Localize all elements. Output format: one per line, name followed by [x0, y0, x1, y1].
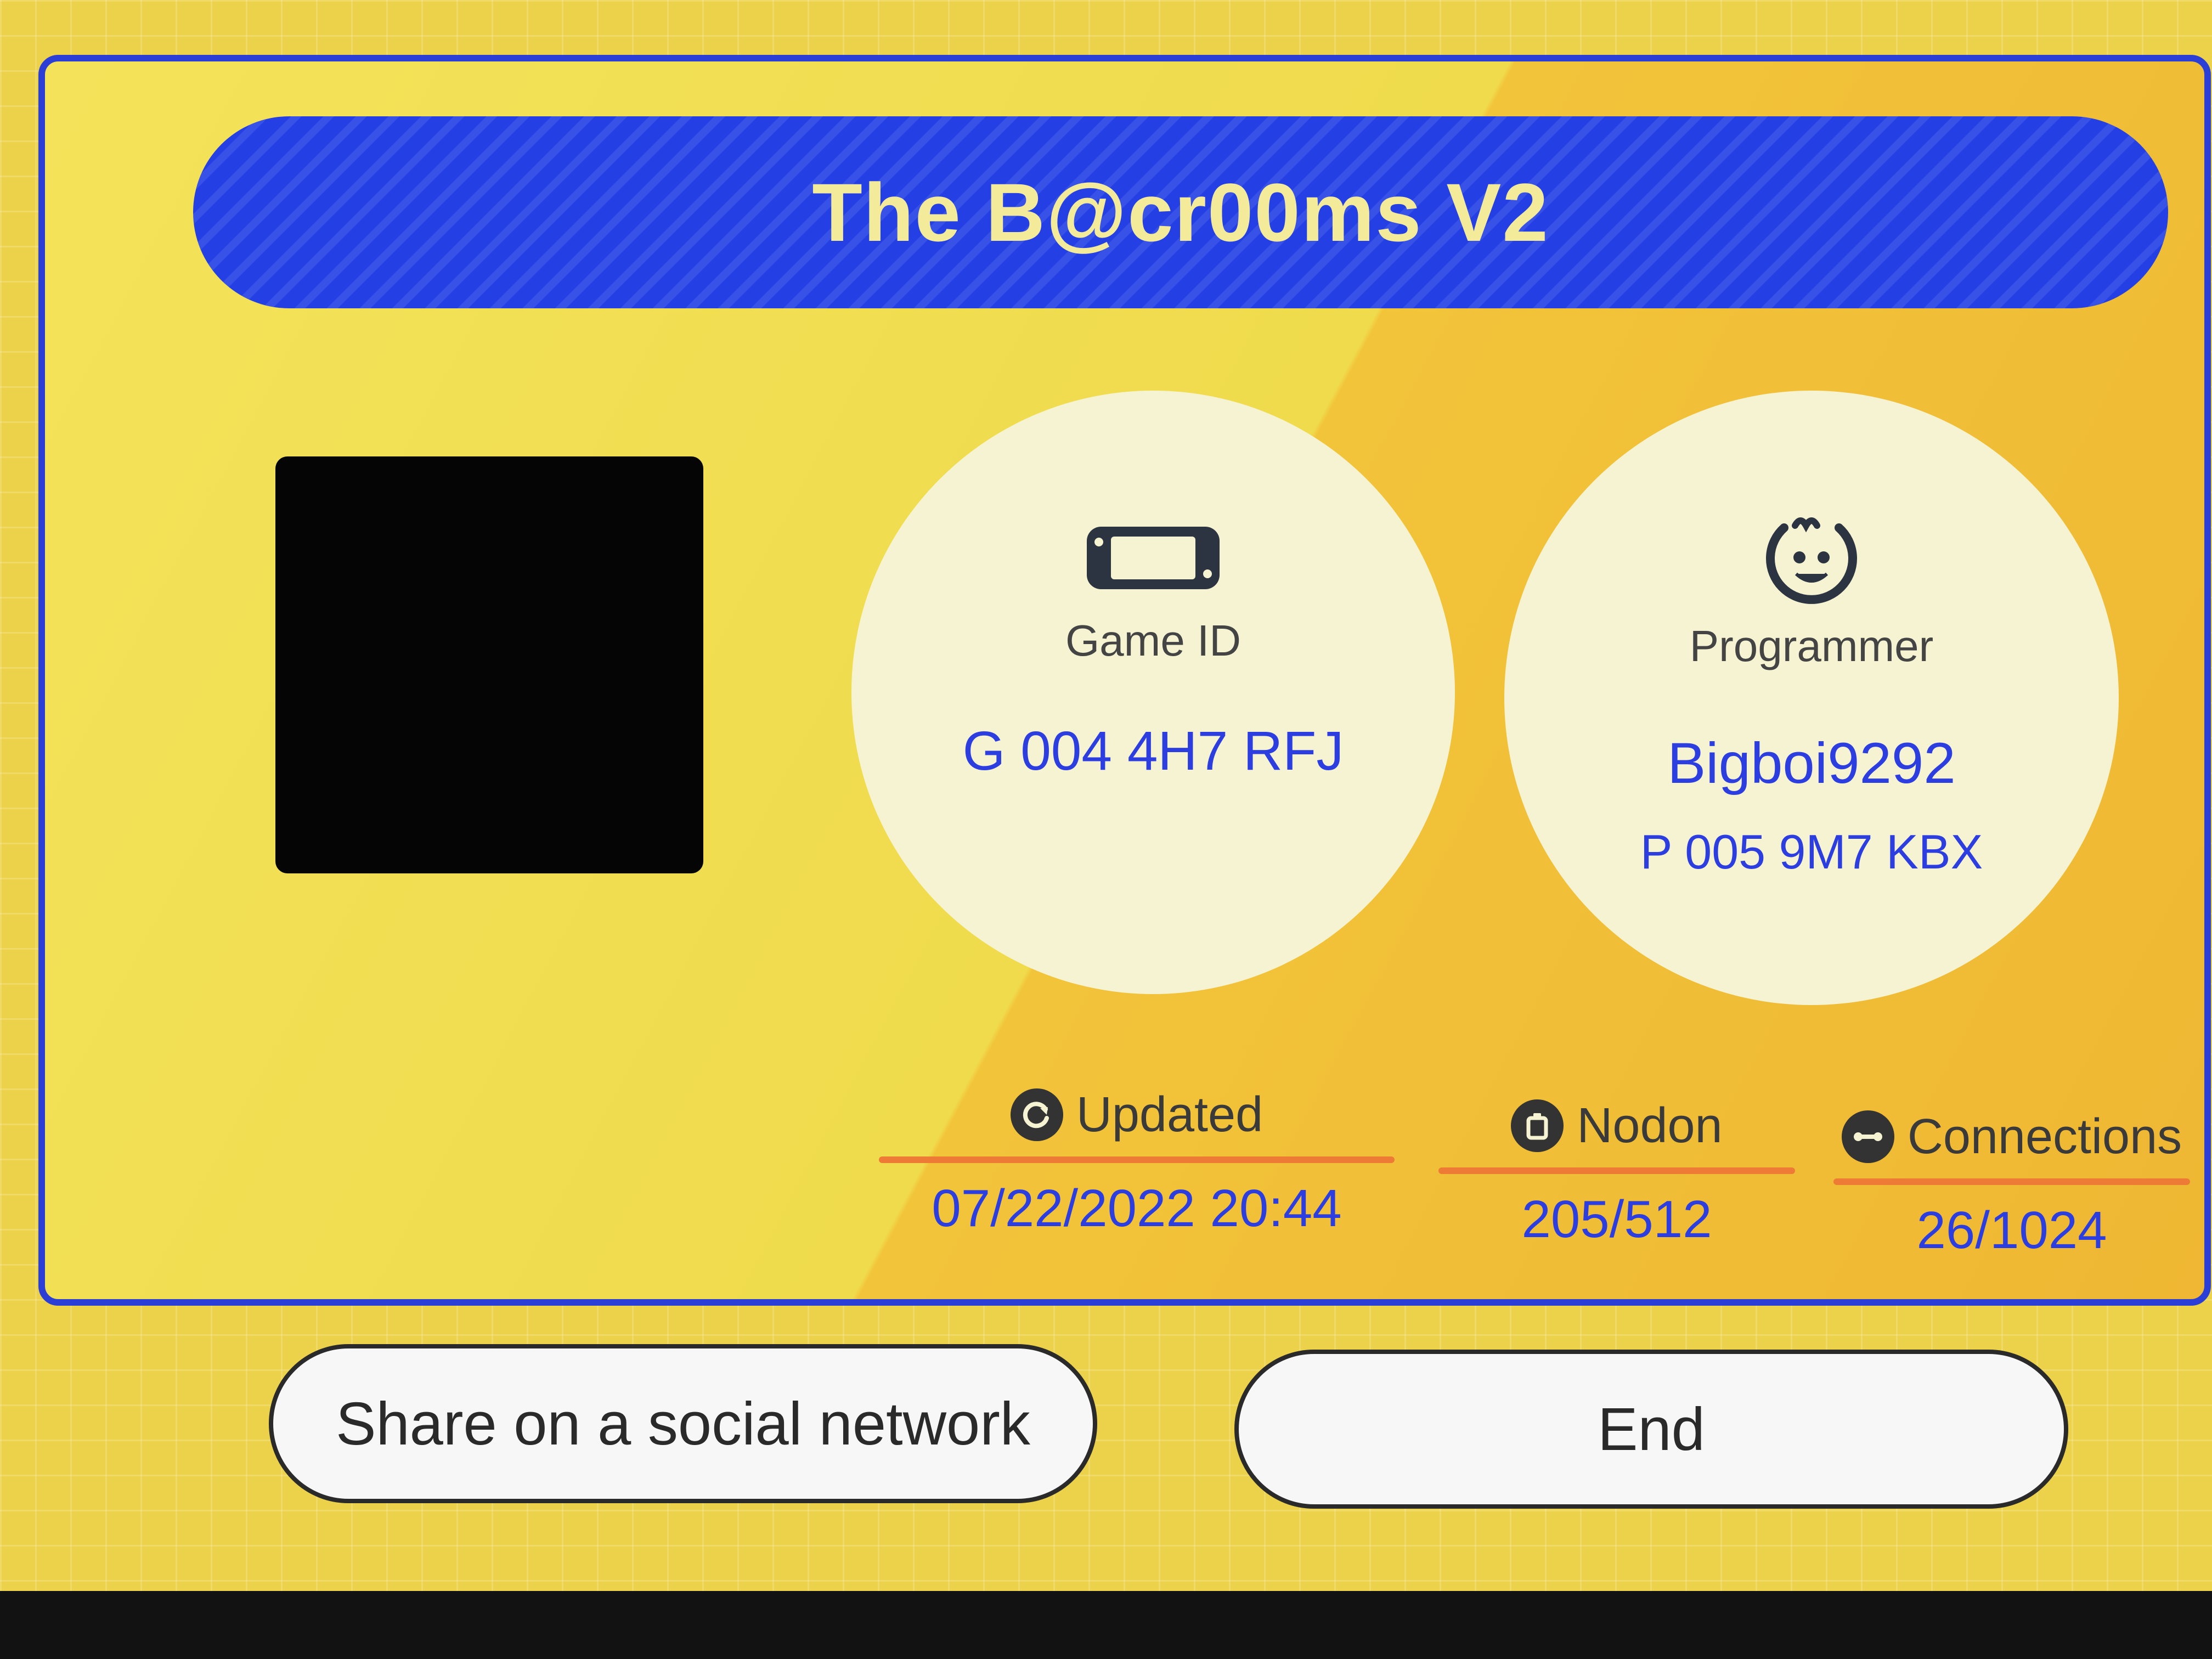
- programmer-id: P 005 9M7 KBX: [1640, 825, 1983, 879]
- game-console-icon: [1085, 522, 1222, 596]
- game-thumbnail: [275, 456, 703, 873]
- programmer-panel: Programmer Bigboi9292 P 005 9M7 KBX: [1504, 391, 2119, 1005]
- updated-stat: Updated 07/22/2022 20:44: [879, 1082, 1395, 1239]
- connections-underline: [1833, 1178, 2190, 1185]
- game-id-panel: Game ID G 004 4H7 RFJ: [851, 391, 1455, 994]
- nodon-label: Nodon: [1577, 1098, 1723, 1153]
- link-icon: [1841, 1110, 1894, 1163]
- title-banner: The B@cr00ms V2: [193, 116, 2168, 308]
- connections-label: Connections: [1907, 1109, 2182, 1164]
- game-id-label: Game ID: [1065, 616, 1242, 665]
- updated-label: Updated: [1076, 1087, 1263, 1142]
- connections-value: 26/1024: [1916, 1201, 2107, 1260]
- game-title: The B@cr00ms V2: [812, 166, 1549, 258]
- updated-underline: [879, 1156, 1395, 1163]
- screen-bezel: [0, 1591, 2212, 1659]
- smiley-face-icon: [1762, 511, 1861, 613]
- programmer-label: Programmer: [1689, 622, 1934, 670]
- programmer-name: Bigboi9292: [1667, 731, 1956, 795]
- nodon-value: 205/512: [1521, 1190, 1712, 1249]
- updated-value: 07/22/2022 20:44: [932, 1179, 1342, 1238]
- nodon-icon: [1511, 1099, 1564, 1152]
- connections-stat: Connections 26/1024: [1833, 1104, 2190, 1261]
- share-button[interactable]: Share on a social network: [269, 1344, 1097, 1503]
- game-info-card: The B@cr00ms V2 Game ID G 004 4H7 RFJ Pr…: [38, 55, 2211, 1306]
- nodon-stat: Nodon 205/512: [1438, 1093, 1795, 1250]
- refresh-icon: [1010, 1088, 1063, 1141]
- game-id-value: G 004 4H7 RFJ: [962, 720, 1344, 782]
- nodon-underline: [1438, 1167, 1795, 1174]
- end-button[interactable]: End: [1234, 1350, 2068, 1509]
